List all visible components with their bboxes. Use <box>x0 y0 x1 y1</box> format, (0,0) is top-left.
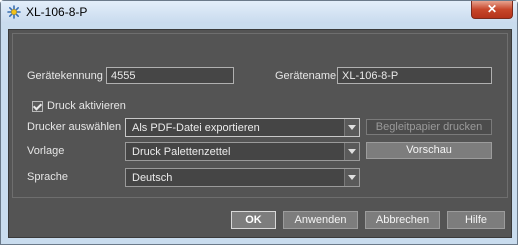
chevron-down-icon[interactable] <box>344 119 359 136</box>
apply-button[interactable]: Anwenden <box>283 211 358 229</box>
cancel-button[interactable]: Abbrechen <box>365 211 440 229</box>
language-select[interactable]: Deutsch <box>125 168 360 187</box>
language-select-value: Deutsch <box>132 172 173 184</box>
language-label: Sprache <box>27 171 68 183</box>
printer-label: Drucker auswählen <box>27 121 122 133</box>
title-bar[interactable]: XL-106-8-P ✕ <box>1 1 517 23</box>
close-button[interactable]: ✕ <box>471 1 513 19</box>
chevron-down-icon[interactable] <box>344 143 359 160</box>
help-button[interactable]: Hilfe <box>447 211 505 229</box>
print-enabled-label: Druck aktivieren <box>47 100 126 112</box>
window-title: XL-106-8-P <box>26 5 88 19</box>
app-icon <box>7 5 21 19</box>
device-id-label: Gerätekennung <box>27 70 103 82</box>
chevron-down-icon[interactable] <box>344 169 359 186</box>
printer-select-value: Als PDF-Datei exportieren <box>132 122 260 134</box>
dialog-body: Gerätekennung 4555 Gerätename XL-106-8-P… <box>8 29 512 238</box>
device-id-field[interactable]: 4555 <box>106 67 234 84</box>
cover-sheet-print-button[interactable]: Begleitpapier drucken <box>366 119 492 135</box>
template-select-value: Druck Palettenzettel <box>132 146 231 158</box>
template-label: Vorlage <box>27 145 65 157</box>
device-name-label: Gerätename <box>275 70 337 82</box>
print-enabled-checkbox[interactable] <box>32 101 43 112</box>
template-select[interactable]: Druck Palettenzettel <box>125 142 360 161</box>
device-name-field[interactable]: XL-106-8-P <box>337 67 492 84</box>
printer-select[interactable]: Als PDF-Datei exportieren <box>125 118 360 137</box>
preview-button[interactable]: Vorschau <box>366 142 492 159</box>
settings-panel: Gerätekennung 4555 Gerätename XL-106-8-P… <box>12 33 508 198</box>
ok-button[interactable]: OK <box>231 211 276 229</box>
dialog-window: XL-106-8-P ✕ Gerätekennung 4555 Gerätena… <box>0 0 518 245</box>
